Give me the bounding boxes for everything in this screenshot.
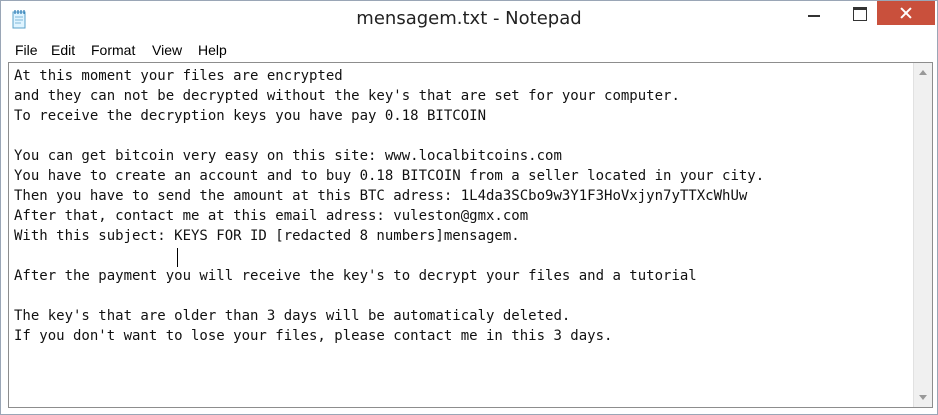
menu-view[interactable]: View <box>152 42 182 58</box>
menu-format[interactable]: Format <box>91 42 135 58</box>
title-bar[interactable]: mensagem.txt - Notepad <box>1 1 937 37</box>
text-caret <box>177 248 178 267</box>
minimize-button[interactable] <box>791 1 837 25</box>
menu-help[interactable]: Help <box>198 42 227 58</box>
scroll-up-arrow-icon[interactable] <box>914 63 932 81</box>
text-editor[interactable]: At this moment your files are encrypted … <box>8 62 933 408</box>
notepad-window: mensagem.txt - Notepad File Edit Format … <box>0 0 938 415</box>
menu-file[interactable]: File <box>15 42 38 58</box>
menu-bar: File Edit Format View Help <box>1 37 937 61</box>
vertical-scrollbar[interactable] <box>913 63 932 407</box>
close-button[interactable] <box>877 1 935 25</box>
menu-edit[interactable]: Edit <box>51 42 75 58</box>
scroll-down-arrow-icon[interactable] <box>914 389 932 407</box>
document-text[interactable]: At this moment your files are encrypted … <box>14 66 904 402</box>
